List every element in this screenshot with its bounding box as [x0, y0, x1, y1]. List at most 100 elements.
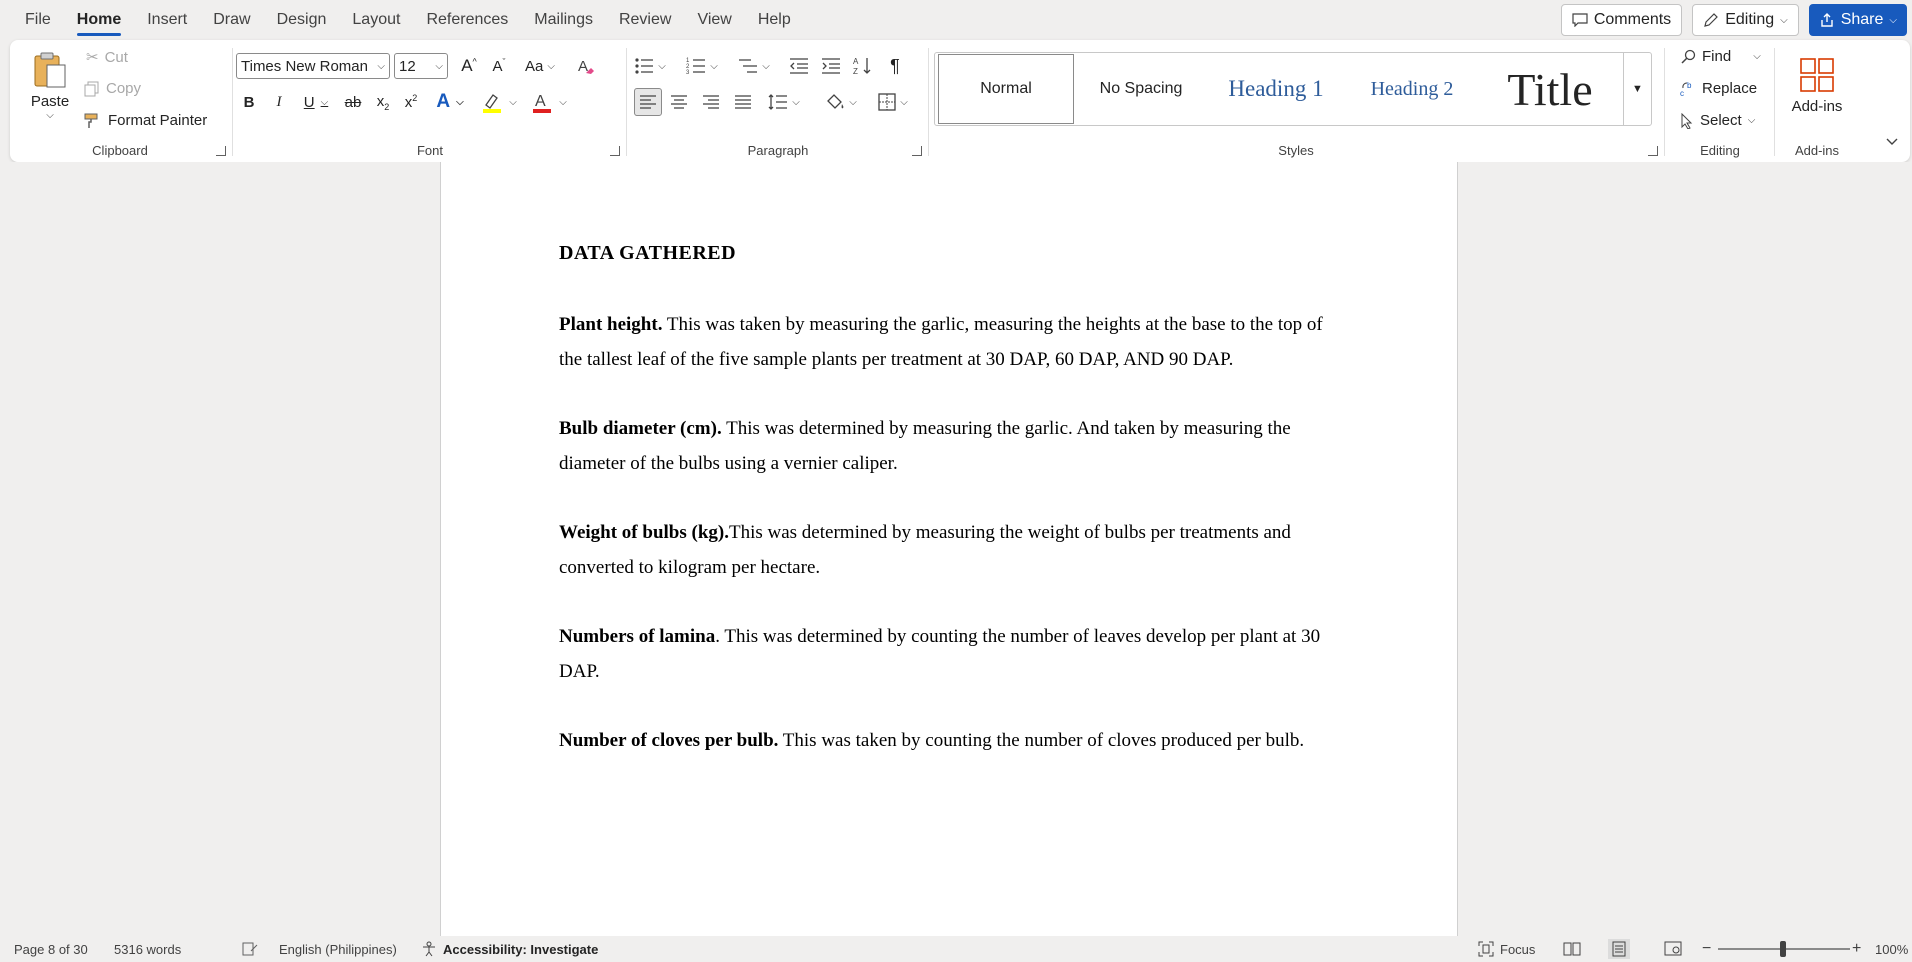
zoom-in-button[interactable]: +	[1852, 940, 1861, 958]
superscript-button[interactable]: x2	[398, 88, 424, 116]
comments-button[interactable]: Comments	[1560, 4, 1683, 36]
tab-review[interactable]: Review	[606, 0, 684, 40]
clipboard-group: Paste ⌵ ✂ Cut Copy Format Painter Clipbo…	[10, 40, 230, 162]
clear-formatting-button[interactable]: A	[572, 52, 600, 80]
svg-text:A: A	[853, 57, 859, 66]
chevron-down-icon: ⌵	[435, 60, 443, 72]
tab-references[interactable]: References	[413, 0, 521, 40]
strikethrough-button[interactable]: ab	[340, 88, 366, 116]
document-page[interactable]: DATA GATHERED Plant height. This was tak…	[440, 162, 1458, 936]
find-button[interactable]: Find ⌵	[1680, 48, 1761, 65]
chevron-down-icon: ⌵	[1780, 14, 1788, 26]
divider	[928, 48, 929, 156]
styles-more-button[interactable]: ▼	[1623, 53, 1651, 125]
cut-button[interactable]: ✂ Cut	[86, 48, 128, 67]
tab-design[interactable]: Design	[264, 0, 340, 40]
change-case-icon: Aa	[525, 57, 544, 75]
focus-mode-button[interactable]: Focus	[1478, 941, 1535, 957]
tab-view[interactable]: View	[684, 0, 744, 40]
accessibility-checker[interactable]: Accessibility: Investigate	[421, 941, 598, 957]
justify-button[interactable]	[730, 88, 756, 116]
style-normal[interactable]: Normal	[938, 54, 1074, 124]
bold-button[interactable]: B	[236, 88, 262, 116]
zoom-level[interactable]: 100%	[1875, 942, 1908, 957]
tab-layout[interactable]: Layout	[339, 0, 413, 40]
page-count[interactable]: Page 8 of 30	[14, 942, 88, 957]
tab-help[interactable]: Help	[745, 0, 804, 40]
svg-text:b: b	[1687, 81, 1692, 90]
style-no-spacing[interactable]: No Spacing	[1074, 54, 1208, 124]
subscript-button[interactable]: x2	[370, 88, 396, 116]
font-color-button[interactable]: A ⌵	[526, 88, 572, 116]
decrease-indent-button[interactable]	[786, 52, 812, 80]
shrink-font-icon: Aˇ	[492, 57, 506, 75]
tab-draw[interactable]: Draw	[200, 0, 263, 40]
paste-icon	[33, 51, 67, 89]
chevron-down-icon: ⌵	[509, 96, 517, 108]
tab-file[interactable]: File	[0, 0, 64, 40]
style-heading-2[interactable]: Heading 2	[1344, 54, 1480, 124]
chevron-down-icon: ⌵	[658, 60, 666, 72]
paragraph-group-label: Paragraph	[747, 143, 809, 158]
editing-mode-button[interactable]: Editing ⌵	[1692, 4, 1799, 36]
subscript-icon: x2	[376, 92, 390, 112]
dialog-launcher-icon[interactable]	[912, 146, 922, 156]
svg-text:A: A	[535, 93, 546, 110]
shrink-font-button[interactable]: Aˇ	[486, 52, 512, 80]
italic-button[interactable]: I	[266, 88, 292, 116]
book-icon	[1563, 942, 1581, 956]
web-layout-button[interactable]	[1664, 941, 1682, 957]
addins-group-label: Add-ins	[1794, 143, 1840, 158]
font-name-select[interactable]: Times New Roman ⌵	[236, 53, 390, 79]
addins-button[interactable]: Add-ins	[1782, 46, 1852, 126]
align-left-icon	[639, 94, 657, 110]
align-right-button[interactable]	[698, 88, 724, 116]
style-heading-1[interactable]: Heading 1	[1208, 54, 1344, 124]
share-button[interactable]: Share ⌵	[1808, 4, 1907, 36]
font-size-select[interactable]: 12 ⌵	[394, 53, 448, 79]
numbering-button[interactable]: 123 ⌵	[682, 52, 722, 80]
shading-button[interactable]: ⌵	[820, 88, 862, 116]
style-title[interactable]: Title	[1480, 54, 1620, 124]
divider	[626, 48, 627, 156]
dialog-launcher-icon[interactable]	[610, 146, 620, 156]
zoom-slider-thumb[interactable]	[1780, 941, 1786, 957]
select-button[interactable]: Select ⌵	[1680, 112, 1755, 129]
sort-button[interactable]: AZ	[850, 52, 876, 80]
replace-button[interactable]: bc Replace	[1680, 80, 1757, 97]
highlight-color-button[interactable]: ⌵	[476, 88, 522, 116]
copy-button[interactable]: Copy	[84, 80, 141, 97]
language-indicator[interactable]: English (Philippines)	[279, 942, 397, 957]
bullets-button[interactable]: ⌵	[630, 52, 670, 80]
tab-home[interactable]: Home	[64, 0, 134, 40]
zoom-out-button[interactable]: −	[1702, 940, 1711, 958]
chevron-down-icon: ⌵	[792, 96, 800, 108]
svg-text:c: c	[1680, 89, 1684, 97]
grow-font-button[interactable]: A^	[456, 52, 482, 80]
dialog-launcher-icon[interactable]	[1648, 146, 1658, 156]
dialog-launcher-icon[interactable]	[216, 146, 226, 156]
underline-button[interactable]: U ⌵	[296, 88, 336, 116]
collapse-ribbon-button[interactable]	[1882, 132, 1902, 152]
paste-button[interactable]: Paste ⌵	[24, 46, 76, 126]
tab-insert[interactable]: Insert	[134, 0, 200, 40]
tab-mailings[interactable]: Mailings	[521, 0, 606, 40]
increase-indent-icon	[821, 57, 841, 75]
font-color-icon: A	[531, 91, 553, 113]
borders-button[interactable]: ⌵	[872, 88, 914, 116]
cut-label: Cut	[104, 48, 128, 66]
show-formatting-button[interactable]: ¶	[882, 52, 908, 80]
increase-indent-button[interactable]	[818, 52, 844, 80]
multilevel-list-button[interactable]: ⌵	[734, 52, 774, 80]
word-count[interactable]: 5316 words	[114, 942, 181, 957]
align-center-button[interactable]	[666, 88, 692, 116]
align-left-button[interactable]	[634, 88, 662, 116]
read-mode-button[interactable]	[1563, 942, 1581, 956]
format-painter-button[interactable]: Format Painter	[84, 112, 207, 129]
text-effects-button[interactable]: A ⌵	[430, 88, 470, 116]
proofing-button[interactable]	[242, 942, 258, 956]
print-layout-button[interactable]	[1608, 939, 1630, 959]
multilevel-list-icon	[738, 57, 758, 75]
change-case-button[interactable]: Aa ⌵	[520, 52, 560, 80]
line-spacing-button[interactable]: ⌵	[764, 88, 804, 116]
